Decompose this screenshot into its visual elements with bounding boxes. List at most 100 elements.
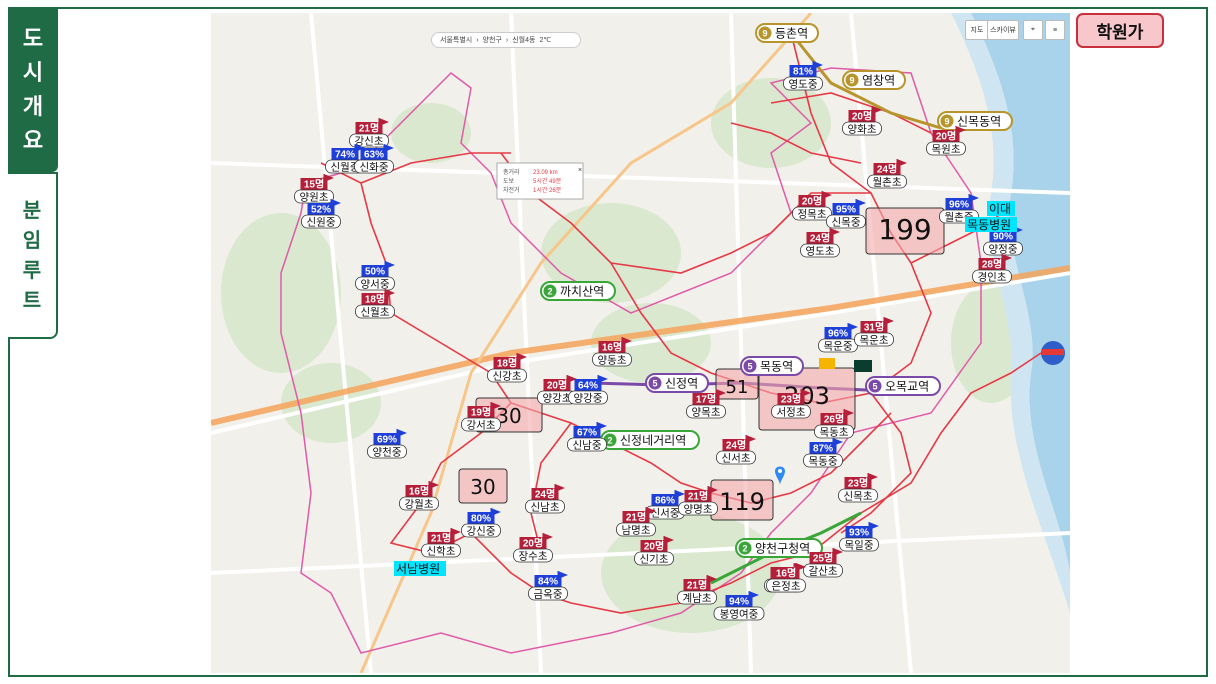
school-percent: 63% (364, 150, 384, 161)
lpg-icon (1041, 341, 1065, 365)
student-count: 21명 (626, 511, 646, 524)
station-4[interactable]: 2 까치산역 (540, 281, 616, 301)
school-name: 신서중 (651, 508, 680, 520)
school-name: 강신중 (467, 526, 496, 538)
school-name: 신기초 (640, 554, 669, 566)
station-6[interactable]: 5 신정역 (645, 373, 709, 393)
student-count: 18명 (365, 293, 385, 306)
tab-char: 분 (22, 199, 42, 222)
breadcrumb-item[interactable]: 서울특별시 (440, 35, 472, 45)
student-count: 20명 (523, 537, 543, 550)
school-name: 강서초 (467, 420, 496, 432)
academy-count: 119 (719, 488, 765, 516)
school-name: 영도중 (789, 79, 818, 91)
school-name: 목운중 (824, 341, 853, 353)
school-name: 장수초 (519, 551, 548, 563)
map-canvas: 9 등촌역9 염창역9 신목동역2 까치산역5 목동역5 신정역 5 오목교역2 신정네거리역2 양… (211, 13, 1070, 673)
school-name: 영도초 (806, 246, 835, 258)
student-count: 18명 (497, 357, 517, 370)
school-name: 양원초 (300, 192, 329, 204)
school-percent: 84% (538, 577, 558, 588)
tab-city-overview[interactable]: 도 시 개 요 (8, 7, 58, 172)
station-name: 목동역 (760, 360, 793, 374)
map-area[interactable]: 9 등촌역 9 염창역 9 신목동역 2 까치산역 5 목동역 5 신정역 5 오목교역 2 신정네거리역 2 양… (211, 13, 1070, 673)
school-name: 신목중 (832, 217, 861, 229)
school-name: 남명초 (622, 525, 651, 537)
breadcrumb[interactable]: 서울특별시 › 양천구 › 신월4동 2℃ (431, 32, 581, 48)
station-name: 신정역 (665, 377, 698, 391)
school-name: 양천중 (373, 447, 402, 459)
line-number: 2 (742, 544, 747, 554)
hospital-label: 서남병원 (394, 561, 446, 576)
school-percent: 90% (993, 232, 1013, 243)
station-9[interactable]: 2 양천구청역 (735, 538, 823, 558)
layers-icon[interactable]: ≡ (1045, 20, 1065, 40)
station-name: 등촌역 (775, 27, 808, 41)
close-icon: × (578, 167, 582, 174)
student-count: 20명 (547, 379, 567, 392)
line-number: 9 (762, 29, 767, 39)
station-1[interactable]: 9 등촌역 (755, 23, 819, 43)
station-name: 염창역 (862, 74, 895, 88)
school-name: 경인초 (978, 271, 1007, 284)
student-count: 26명 (824, 413, 844, 426)
station-3[interactable]: 9 신목동역 (937, 111, 1013, 131)
station-name: 양천구청역 (755, 541, 810, 556)
popup-label: 자전거 (503, 186, 520, 194)
student-count: 21명 (359, 122, 379, 135)
student-count: 23명 (848, 477, 868, 490)
school-percent: 95% (836, 205, 856, 216)
student-count: 19명 (471, 406, 491, 419)
popup-label: 총거리 (503, 168, 520, 176)
student-count: 20명 (644, 540, 664, 553)
student-count: 16명 (602, 341, 622, 354)
school-name: 은정초 (772, 581, 801, 593)
map-mode-button[interactable]: 지도 (965, 20, 989, 40)
school-percent: 67% (577, 428, 597, 439)
school-name: 봉영여중 (720, 609, 759, 621)
school-name: 양화초 (848, 124, 877, 136)
student-count: 21명 (687, 579, 707, 592)
student-count: 24명 (535, 488, 555, 501)
location-icon[interactable]: ⌖ (1023, 20, 1043, 40)
student-count: 17명 (696, 393, 716, 406)
school-name: 양정중 (989, 244, 1018, 256)
tab-sale-route[interactable]: 분 임 루 트 (8, 172, 58, 339)
line-number: 5 (652, 379, 657, 389)
student-count: 28명 (982, 258, 1002, 271)
student-count: 24명 (810, 232, 830, 245)
school-name: 신학초 (427, 546, 456, 558)
breadcrumb-item[interactable]: 신월4동 (512, 35, 535, 45)
student-count: 16명 (776, 567, 796, 580)
student-count: 25명 (813, 552, 833, 565)
station-5[interactable]: 5 목동역 (740, 356, 804, 376)
school-percent: 52% (311, 205, 331, 216)
student-count: 24명 (877, 163, 897, 176)
station-8[interactable]: 2 신정네거리역 (600, 430, 700, 450)
station-7[interactable]: 5 오목교역 (865, 376, 941, 396)
station-2[interactable]: 9 염창역 (842, 70, 906, 90)
line-number: 2 (547, 287, 552, 297)
school-name: 금옥중 (534, 589, 563, 601)
school-percent: 87% (813, 444, 833, 455)
school-name: 정목초 (798, 209, 827, 221)
school-name: 신남중 (573, 440, 602, 452)
school-percent: 96% (949, 200, 969, 211)
school-percent: 74% (335, 150, 355, 161)
tab-char: 요 (22, 127, 44, 153)
school-percent: 50% (365, 267, 385, 278)
school-name: 신서초 (722, 453, 751, 465)
student-count: 21명 (431, 532, 451, 545)
school-name: 양동초 (598, 355, 627, 367)
academy-count: 51 (726, 377, 749, 398)
svg-text:서남병원: 서남병원 (396, 562, 440, 576)
hospital-label: 목동병원 (965, 217, 1017, 232)
school-name: 신원중 (307, 217, 336, 229)
weather-label: 2℃ (539, 37, 552, 44)
school-name: 양강중 (574, 393, 603, 405)
svg-text:이대: 이대 (989, 202, 1011, 216)
breadcrumb-item[interactable]: 양천구 (483, 35, 502, 45)
tab-char: 루 (22, 259, 42, 282)
skyview-mode-button[interactable]: 스카이뷰 (987, 20, 1019, 40)
school-percent: 81% (793, 67, 813, 78)
